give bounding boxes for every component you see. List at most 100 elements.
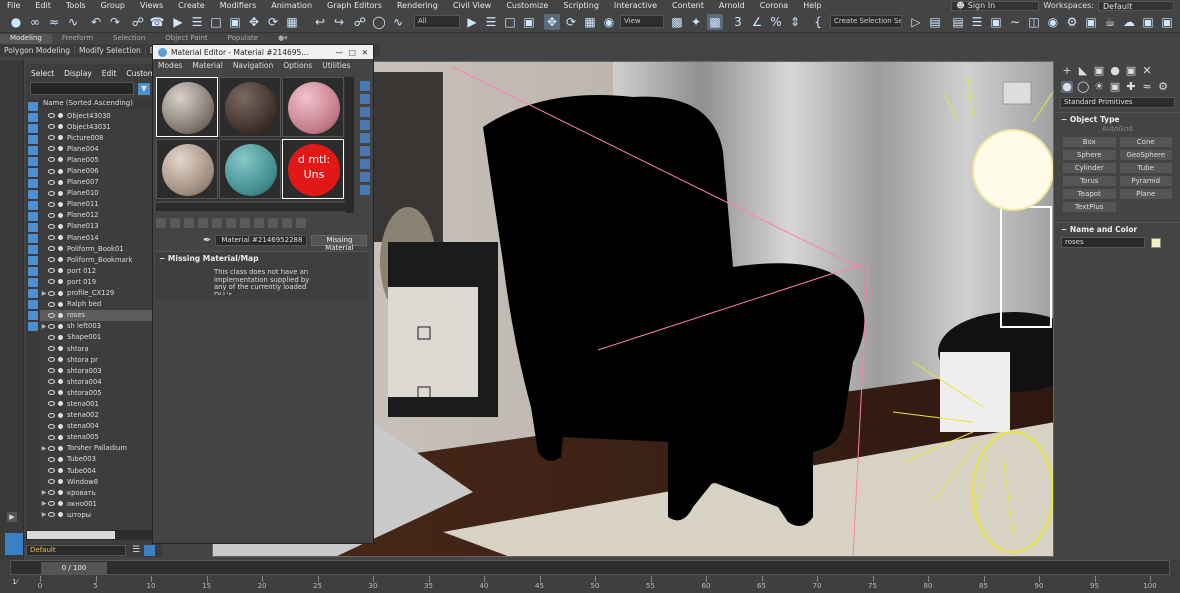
unlink-selected-icon[interactable]: ◯: [371, 14, 387, 30]
menu-scripting[interactable]: Scripting: [556, 1, 607, 10]
expand-arrow-icon[interactable]: ▶: [40, 500, 48, 507]
scene-object-row[interactable]: Plane010: [40, 188, 152, 199]
layer-explorer-toggle-icon[interactable]: [144, 544, 156, 556]
scene-object-row[interactable]: Ralph bed: [40, 299, 152, 310]
time-slider-thumb[interactable]: 0 / 100: [41, 562, 107, 574]
display-groups-icon[interactable]: [28, 190, 38, 199]
autogrid-checkbox[interactable]: AutoGrid: [1055, 125, 1180, 135]
visibility-eye-icon[interactable]: [48, 412, 55, 418]
scene-object-row[interactable]: roses: [40, 309, 152, 321]
explorer-horizontal-scrollbar[interactable]: [26, 530, 152, 540]
link-icon[interactable]: ∞: [27, 14, 43, 30]
select-by-name-icon[interactable]: ☰: [189, 14, 205, 30]
redo-scene-icon[interactable]: ↪: [331, 14, 347, 30]
render-setup-icon[interactable]: ⚙: [1064, 14, 1080, 30]
menu-animation[interactable]: Animation: [264, 1, 320, 10]
sample-slot-2[interactable]: [219, 77, 281, 137]
scene-object-row[interactable]: port 019: [40, 276, 152, 287]
scene-object-row[interactable]: Poliform_Book01: [40, 243, 152, 254]
freeze-toggle-icon[interactable]: [58, 512, 63, 518]
expand-arrow-icon[interactable]: ▶: [40, 323, 48, 330]
manipulate-icon[interactable]: ✦: [688, 14, 704, 30]
rect-selection-icon[interactable]: □: [208, 14, 224, 30]
select-by-material-icon[interactable]: [360, 172, 370, 182]
freeze-toggle-icon[interactable]: [58, 390, 63, 396]
current-layer-select[interactable]: Default: [26, 544, 126, 556]
me-menu-material[interactable]: Material: [187, 61, 227, 70]
expand-arrow-icon[interactable]: ▶: [40, 489, 48, 496]
menu-group[interactable]: Group: [94, 1, 133, 10]
named-selection-set[interactable]: Create Selection Se: [830, 15, 902, 28]
reference-coordinate-system[interactable]: View: [620, 15, 664, 28]
name-color-rollout-header[interactable]: − Name and Color: [1055, 222, 1180, 235]
scene-object-row[interactable]: shtora005: [40, 387, 152, 398]
freeze-toggle-icon[interactable]: [58, 501, 63, 507]
menu-edit[interactable]: Edit: [28, 1, 59, 10]
scene-object-row[interactable]: ▶ кровать: [40, 487, 152, 498]
freeze-toggle-icon[interactable]: [58, 268, 63, 274]
freeze-toggle-icon[interactable]: [58, 246, 63, 252]
visibility-eye-icon[interactable]: [48, 223, 55, 229]
freeze-toggle-icon[interactable]: [58, 201, 63, 207]
object-color-swatch[interactable]: [1151, 237, 1161, 248]
freeze-toggle-icon[interactable]: [58, 223, 63, 229]
display-geometry-icon[interactable]: [28, 124, 38, 133]
redo-icon[interactable]: ↷: [107, 14, 123, 30]
display-xrefs-icon[interactable]: [28, 201, 38, 210]
scene-object-row[interactable]: ▶ profile_CX129: [40, 288, 152, 299]
spinner-snap-icon[interactable]: ⇕: [787, 14, 803, 30]
select-by-name-tool-icon[interactable]: ☰: [483, 14, 499, 30]
teapot-button[interactable]: Teapot: [1063, 189, 1116, 199]
visibility-eye-icon[interactable]: [48, 490, 55, 496]
menu-content[interactable]: Content: [665, 1, 712, 10]
visibility-eye-icon[interactable]: [48, 279, 55, 285]
explorer-search-input[interactable]: [30, 82, 134, 95]
primitive-category-select[interactable]: Standard Primitives: [1060, 97, 1175, 108]
a360-gallery-icon[interactable]: ▣: [1140, 14, 1156, 30]
visibility-eye-icon[interactable]: [48, 346, 55, 352]
visibility-eye-icon[interactable]: [48, 512, 55, 518]
visibility-eye-icon[interactable]: [48, 323, 55, 329]
display-shapes-icon[interactable]: [28, 135, 38, 144]
geosphere-button[interactable]: GeoSphere: [1119, 150, 1172, 160]
select-move-icon[interactable]: ✥: [246, 14, 262, 30]
visibility-eye-icon[interactable]: [48, 201, 55, 207]
explorer-menu-edit[interactable]: Edit: [97, 69, 122, 78]
visibility-eye-icon[interactable]: [48, 157, 55, 163]
scene-object-row[interactable]: Tube003: [40, 454, 152, 465]
reset-map-icon[interactable]: [198, 218, 208, 228]
viewcube-icon[interactable]: [1002, 81, 1032, 105]
freeze-toggle-icon[interactable]: [58, 357, 63, 363]
sphere-button[interactable]: Sphere: [1063, 150, 1116, 160]
rectangle-region-icon[interactable]: □: [502, 14, 518, 30]
freeze-toggle-icon[interactable]: [58, 368, 63, 374]
menu-arnold[interactable]: Arnold: [712, 1, 753, 10]
scene-object-row[interactable]: Plane006: [40, 165, 152, 176]
visibility-eye-icon[interactable]: [48, 445, 55, 451]
window-crossing-icon[interactable]: ▣: [227, 14, 243, 30]
visibility-eye-icon[interactable]: [48, 168, 55, 174]
freeze-toggle-icon[interactable]: [58, 423, 63, 429]
menu-tools[interactable]: Tools: [59, 1, 94, 10]
object-type-rollout-header[interactable]: − Object Type: [1055, 112, 1180, 125]
select-and-link-icon[interactable]: ☍: [352, 14, 368, 30]
freeze-toggle-icon[interactable]: [58, 157, 63, 163]
unlink-selection-icon[interactable]: ☎: [149, 14, 165, 30]
space-warps-icon[interactable]: ≈: [1141, 81, 1153, 93]
sample-slot-4[interactable]: [156, 139, 218, 199]
scene-object-row[interactable]: ▶ sh left003: [40, 321, 152, 332]
select-object-icon[interactable]: ▶: [170, 14, 186, 30]
freeze-toggle-icon[interactable]: [58, 323, 63, 329]
visibility-eye-icon[interactable]: [48, 468, 55, 474]
visibility-eye-icon[interactable]: [48, 246, 55, 252]
material-name-field[interactable]: Material #2146952288: [215, 235, 308, 246]
column-header-name[interactable]: Name (Sorted Ascending): [40, 99, 152, 109]
create-tab-icon[interactable]: +: [1061, 65, 1073, 77]
go-to-parent-icon[interactable]: [282, 218, 292, 228]
placement-icon[interactable]: ◉: [601, 14, 617, 30]
undo-scene-icon[interactable]: ↩: [312, 14, 328, 30]
utilities-tab-icon[interactable]: ✕: [1141, 65, 1153, 77]
crossing-icon[interactable]: ▣: [521, 14, 537, 30]
visibility-eye-icon[interactable]: [48, 190, 55, 196]
put-to-library-icon[interactable]: [226, 218, 236, 228]
